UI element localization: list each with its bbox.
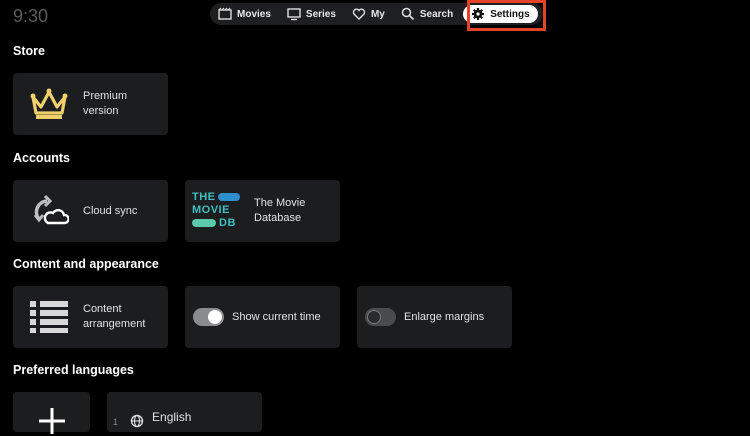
premium-version-label: Premium version: [83, 90, 128, 117]
cloud-sync-label: Cloud sync: [83, 204, 138, 217]
enlarge-margins-toggle[interactable]: [365, 308, 396, 326]
search-icon: [401, 7, 414, 21]
content-arrangement-card[interactable]: Content arrangement: [13, 286, 168, 348]
nav-my[interactable]: My: [344, 3, 393, 25]
show-current-time-toggle[interactable]: [193, 308, 224, 326]
nav-search[interactable]: Search: [393, 3, 461, 25]
nav-movies-label: Movies: [237, 8, 271, 20]
section-title-content: Content and appearance: [13, 257, 159, 271]
tmdb-card[interactable]: THE MOVIE DB The Movie Database: [185, 180, 340, 242]
tv-icon: [287, 8, 301, 21]
crown-icon: [25, 87, 73, 121]
show-current-time-label: Show current time: [232, 310, 321, 323]
section-title-languages: Preferred languages: [13, 363, 134, 377]
settings-highlight-box: [467, 0, 546, 31]
heart-icon: [352, 8, 366, 20]
cloud-sync-icon: [25, 193, 73, 229]
list-icon: [25, 300, 73, 334]
tmdb-label: The Movie Database: [254, 197, 306, 224]
nav-series-label: Series: [305, 8, 336, 20]
language-index: 1: [113, 417, 119, 427]
add-language-button[interactable]: [13, 392, 90, 434]
section-title-store: Store: [13, 44, 45, 58]
film-icon: [218, 7, 232, 20]
nav-movies[interactable]: Movies: [210, 3, 279, 25]
tmdb-logo: THE MOVIE DB: [192, 191, 240, 231]
nav-search-label: Search: [419, 8, 454, 20]
premium-version-card[interactable]: Premium version: [13, 73, 168, 135]
show-current-time-card[interactable]: Show current time: [185, 286, 340, 348]
language-english-label: English: [152, 410, 192, 424]
nav-series[interactable]: Series: [279, 3, 344, 25]
enlarge-margins-label: Enlarge margins: [404, 310, 485, 323]
nav-my-label: My: [370, 8, 385, 20]
clock: 9:30: [13, 6, 49, 26]
section-title-accounts: Accounts: [13, 151, 70, 165]
cloud-sync-card[interactable]: Cloud sync: [13, 180, 168, 242]
enlarge-margins-card[interactable]: Enlarge margins: [357, 286, 512, 348]
language-english-card[interactable]: 1 English: [107, 392, 262, 432]
plus-icon: [38, 408, 65, 434]
globe-icon: [130, 414, 144, 428]
content-arrangement-label: Content arrangement: [83, 303, 146, 330]
